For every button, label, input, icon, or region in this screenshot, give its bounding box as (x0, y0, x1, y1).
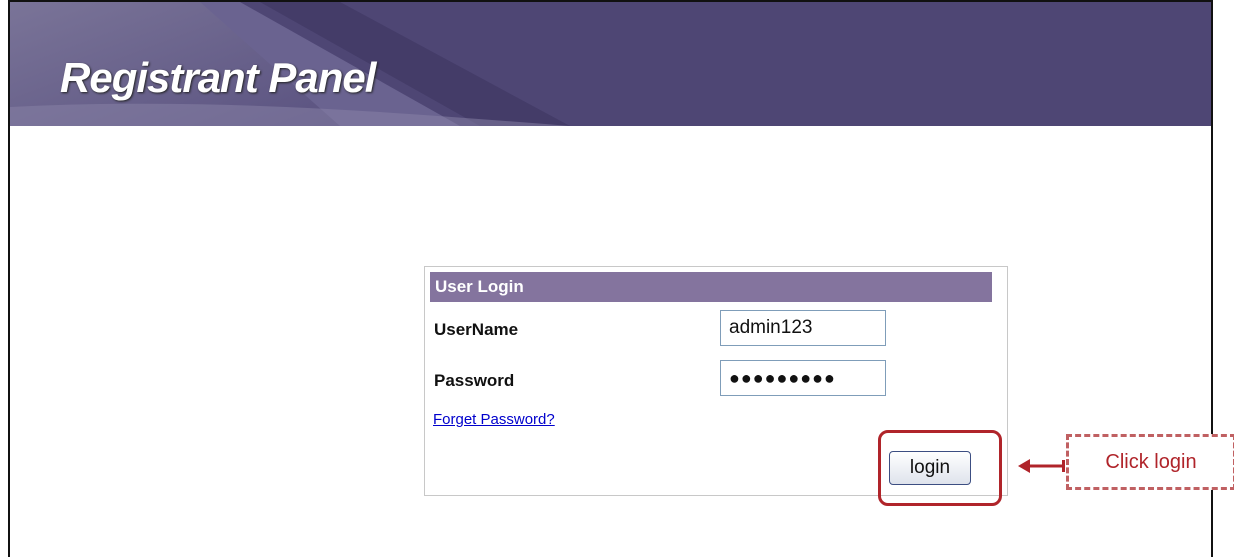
username-input[interactable]: admin123 (720, 310, 886, 346)
username-label: UserName (434, 320, 519, 339)
header-banner: Registrant Panel (10, 2, 1211, 126)
page-title: Registrant Panel (60, 54, 376, 101)
forgot-password-link[interactable]: Forget Password? (433, 411, 555, 428)
click-login-callout: Click login (1066, 434, 1234, 490)
password-input[interactable]: ●●●●●●●●● (720, 360, 886, 396)
login-button-highlight (878, 430, 1002, 506)
login-panel-header: User Login (430, 272, 992, 302)
password-label: Password (434, 371, 515, 390)
